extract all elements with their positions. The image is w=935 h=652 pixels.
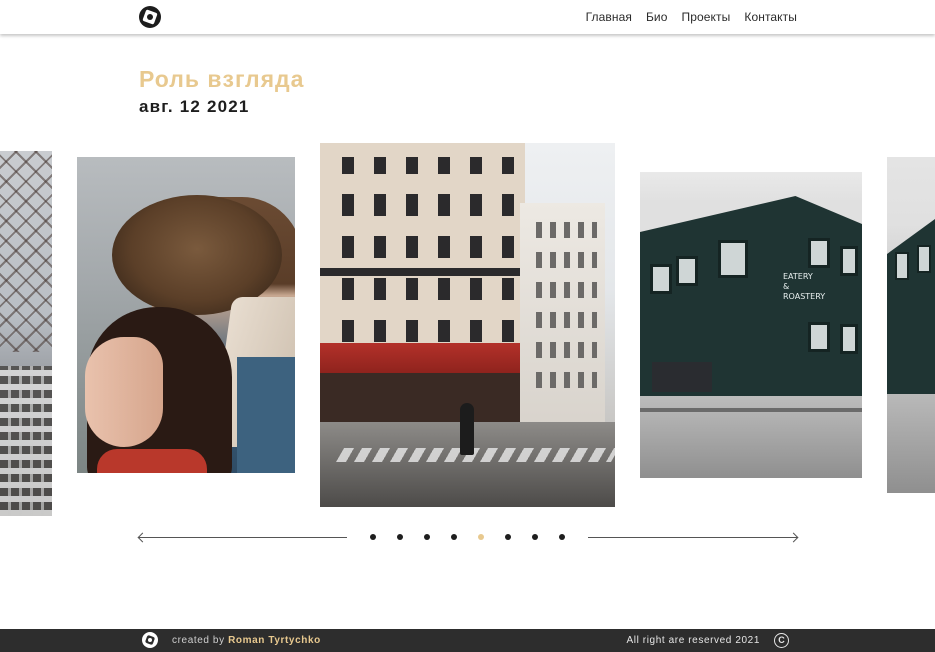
pagination-dot[interactable]	[370, 534, 376, 540]
pagination-dot[interactable]	[397, 534, 403, 540]
carousel-pagination	[370, 534, 565, 540]
camera-aperture-icon[interactable]	[139, 6, 161, 28]
nav-link-contacts[interactable]: Контакты	[744, 10, 797, 24]
post-title: Роль взгляда	[139, 66, 305, 92]
carousel-slide-couple[interactable]	[77, 157, 295, 473]
post-date: авг. 12 2021	[139, 97, 250, 116]
nav-link-bio[interactable]: Био	[646, 10, 668, 24]
window	[650, 264, 672, 294]
crosswalk	[335, 448, 615, 462]
building-windows	[328, 157, 518, 342]
sign-line: EATERY	[783, 272, 813, 281]
nav-link-home[interactable]: Главная	[586, 10, 632, 24]
nav-link-projects[interactable]: Проекты	[682, 10, 731, 24]
rights-text: All right are reserved 2021	[626, 635, 760, 646]
credit-prefix: created by	[172, 635, 225, 646]
main-nav: Главная Био Проекты Контакты	[586, 0, 797, 34]
shop-front	[320, 373, 520, 428]
side-building	[520, 203, 605, 428]
carousel-slide-paris-street[interactable]	[320, 143, 615, 507]
pavement	[887, 394, 935, 493]
carousel-slide-city-net[interactable]	[0, 151, 52, 516]
window	[718, 240, 748, 278]
window	[895, 252, 909, 280]
pagination-dot[interactable]	[532, 534, 538, 540]
window	[808, 238, 830, 268]
pedestrian	[460, 403, 474, 455]
balcony-rail	[320, 268, 525, 276]
pagination-dot[interactable]	[505, 534, 511, 540]
pagination-dot-active[interactable]	[478, 534, 484, 540]
site-footer: created by Roman Tyrtychko All right are…	[0, 629, 935, 652]
page: Главная Био Проекты Контакты Роль взгляд…	[0, 0, 935, 652]
site-header: Главная Био Проекты Контакты	[0, 0, 935, 34]
footer-credit: created by Roman Tyrtychko	[172, 635, 321, 646]
city-buildings	[0, 366, 52, 516]
window	[840, 246, 858, 276]
copyright-icon: C	[774, 633, 789, 648]
window	[808, 322, 830, 352]
author-link[interactable]: Roman Tyrtychko	[228, 635, 321, 646]
carousel-slide-eatery[interactable]: EATERY & ROASTERY	[640, 172, 862, 478]
sign-line: &	[783, 282, 790, 291]
window	[917, 245, 931, 273]
corner-building	[320, 143, 525, 433]
eatery-sign: EATERY & ROASTERY	[783, 272, 825, 302]
pagination-dot[interactable]	[424, 534, 430, 540]
woman-face	[85, 337, 163, 447]
bins	[652, 362, 712, 392]
red-top	[97, 449, 207, 473]
pagination-dot[interactable]	[559, 534, 565, 540]
window	[676, 256, 698, 286]
pagination-dot[interactable]	[451, 534, 457, 540]
sign-line: ROASTERY	[783, 292, 826, 301]
prev-arrow-button[interactable]	[139, 537, 347, 538]
red-awning	[320, 343, 520, 373]
camera-aperture-icon	[142, 632, 158, 648]
net-pattern	[0, 151, 52, 352]
next-arrow-button[interactable]	[588, 537, 797, 538]
curb	[640, 408, 862, 412]
denim-jacket	[237, 357, 295, 473]
window	[840, 324, 858, 354]
carousel-slide-building-partial[interactable]	[887, 157, 935, 493]
